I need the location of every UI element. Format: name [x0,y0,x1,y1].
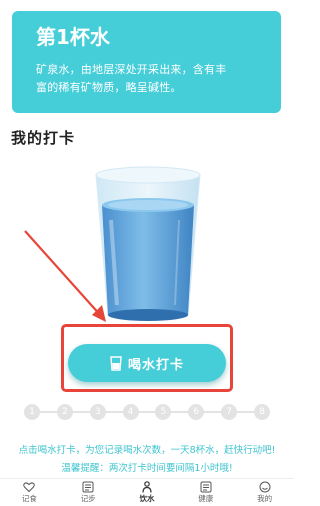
bottom-nav: 记食 记步 饮水 健康 我的 [0,478,294,506]
drink-checkin-label: 喝水打卡 [127,357,184,373]
health-icon [200,481,212,493]
progress-step: 2 [56,404,73,420]
profile-icon [259,481,271,493]
drink-checkin-button[interactable]: 喝水打卡 [68,344,226,382]
steps-icon [82,481,94,493]
section-title: 我的打卡 [11,129,76,147]
progress-step: 7 [221,404,238,420]
cup-title: 第1杯水 [36,25,110,49]
progress-step: 3 [89,404,106,420]
nav-label-steps: 记步 [80,494,96,503]
nav-item-health[interactable]: 健康 [176,479,235,506]
person-icon [142,481,152,493]
nav-label-water: 饮水 [139,494,155,503]
progress-step: 8 [254,404,270,420]
nav-item-profile[interactable]: 我的 [235,479,294,506]
nav-item-steps[interactable]: 记步 [59,479,118,506]
water-description-line-1: 矿泉水，由地层深处开采出来，含有丰 [36,63,227,76]
progress-step: 4 [122,404,139,420]
cup-icon [110,355,122,371]
nav-item-food[interactable]: 记食 [0,479,59,506]
checkin-hint: 点击喝水打卡，为您记录喝水次数，一天8杯水，赶快行动吧! [18,445,276,456]
water-description: 矿泉水，由地层深处开采出来，含有丰 富的稀有矿物质，略呈碱性。 [36,61,267,97]
progress-step: 5 [155,404,172,420]
heart-icon [23,482,36,493]
water-info-card: 第1杯水 矿泉水，由地层深处开采出来，含有丰 富的稀有矿物质，略呈碱性。 [12,11,281,113]
cup-progress-steps: 1 2 3 4 5 6 7 8 [24,404,270,420]
nav-item-water[interactable]: 饮水 [118,479,177,506]
progress-step: 6 [188,404,205,420]
nav-label-health: 健康 [198,494,214,503]
water-checkin-screen: 第1杯水 矿泉水，由地层深处开采出来，含有丰 富的稀有矿物质，略呈碱性。 我的打… [0,0,294,506]
water-description-line-2: 富的稀有矿物质，略呈碱性。 [36,81,182,94]
nav-label-profile: 我的 [257,494,273,503]
nav-label-food: 记食 [21,494,37,503]
progress-step: 1 [24,404,40,420]
interval-reminder: 温馨提醒：两次打卡时间要间隔1小时哦! [61,463,233,474]
annotation-arrow [24,230,106,322]
